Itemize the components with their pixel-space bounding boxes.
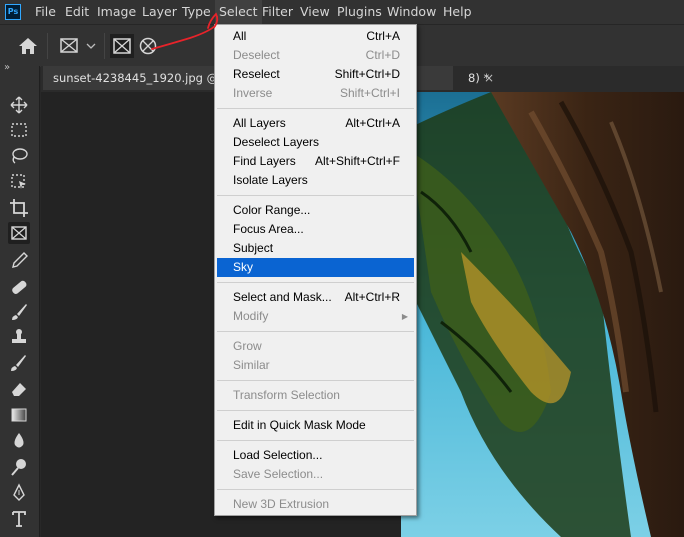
crop-icon[interactable] [8,197,30,219]
menu-window[interactable]: Window [387,0,436,24]
menu-layer[interactable]: Layer [142,0,177,24]
menu-item-reselect[interactable]: Reselect Shift+Ctrl+D [217,65,414,84]
eyedropper-icon[interactable] [8,250,30,272]
menu-item-transform-selection: Transform Selection [233,388,340,402]
submenu-arrow-icon: ▶ [401,312,408,321]
menu-item-deselect-layers[interactable]: Deselect Layers [217,133,414,152]
menu-item-new-3d-extrusion: New 3D Extrusion [233,497,330,511]
menu-image[interactable]: Image [97,0,136,24]
menu-item-grow: Grow [233,339,262,353]
frame-tool-preset-icon[interactable] [60,37,100,55]
document-tab-title: sunset-4238445_1920.jpg @ 14 [53,71,237,85]
tab-close-icon[interactable]: × [484,66,494,90]
menu-item-focus-area[interactable]: Focus Area... [217,220,414,239]
menu-separator [217,282,414,283]
menu-type[interactable]: Type [182,0,211,24]
menu-help[interactable]: Help [443,0,472,24]
menu-separator [217,380,414,381]
menu-separator [217,331,414,332]
menu-separator [217,410,414,411]
object-select-icon[interactable] [8,171,30,193]
brush-icon[interactable] [8,301,30,323]
select-menu-dropdown: All Ctrl+A Deselect Ctrl+D Reselect Shift+C… [214,24,417,516]
menu-item-similar: Similar [233,358,270,372]
tools-panel: » [0,62,40,537]
divider [47,33,48,59]
menu-item-select-and-mask[interactable]: Select and Mask... Alt+Ctrl+R [217,288,414,307]
frame-icon[interactable] [8,222,30,244]
document-image [401,92,684,537]
menu-item-deselect: Deselect Ctrl+D [233,48,400,62]
lasso-icon[interactable] [8,145,30,167]
divider [104,33,105,59]
menu-separator [217,108,414,109]
menu-item-load-selection[interactable]: Load Selection... [217,446,414,465]
menu-filter[interactable]: Filter [262,0,293,24]
gradient-icon[interactable] [8,404,30,426]
type-icon[interactable] [8,508,30,530]
marquee-icon[interactable] [8,119,30,141]
eraser-icon[interactable] [8,378,30,400]
menu-select[interactable]: Select [215,0,262,24]
rectangle-frame-icon[interactable] [110,34,134,58]
menu-item-inverse: Inverse Shift+Ctrl+I [233,86,400,100]
menu-bar: Ps File Edit Image Layer Type Select Fil… [0,0,684,24]
ellipse-frame-icon[interactable] [139,37,157,55]
menu-plugins[interactable]: Plugins [337,0,382,24]
menu-item-sky[interactable]: Sky [217,258,414,277]
menu-item-modify: Modify ▶ [217,307,414,326]
pen-icon[interactable] [8,482,30,504]
blur-icon[interactable] [8,430,30,452]
menu-item-quick-mask[interactable]: Edit in Quick Mask Mode [217,416,414,435]
home-icon[interactable] [18,37,38,55]
panel-collapse-toggle[interactable]: » [4,62,10,73]
menu-separator [217,195,414,196]
menu-item-subject[interactable]: Subject [217,239,414,258]
move-icon[interactable] [8,94,30,116]
menu-item-all[interactable]: All Ctrl+A [217,27,414,46]
dodge-icon[interactable] [8,456,30,478]
history-brush-icon[interactable] [8,352,30,374]
healing-brush-icon[interactable] [8,276,30,298]
menu-item-isolate-layers[interactable]: Isolate Layers [217,171,414,190]
menu-item-color-range[interactable]: Color Range... [217,201,414,220]
menu-edit[interactable]: Edit [65,0,89,24]
menu-separator [217,489,414,490]
menu-item-save-selection: Save Selection... [233,467,324,481]
photoshop-logo: Ps [5,4,21,20]
menu-item-all-layers[interactable]: All Layers Alt+Ctrl+A [217,114,414,133]
menu-view[interactable]: View [300,0,330,24]
menu-item-find-layers[interactable]: Find Layers Alt+Shift+Ctrl+F [217,152,414,171]
menu-separator [217,440,414,441]
clone-stamp-icon[interactable] [8,326,30,348]
menu-file[interactable]: File [35,0,56,24]
